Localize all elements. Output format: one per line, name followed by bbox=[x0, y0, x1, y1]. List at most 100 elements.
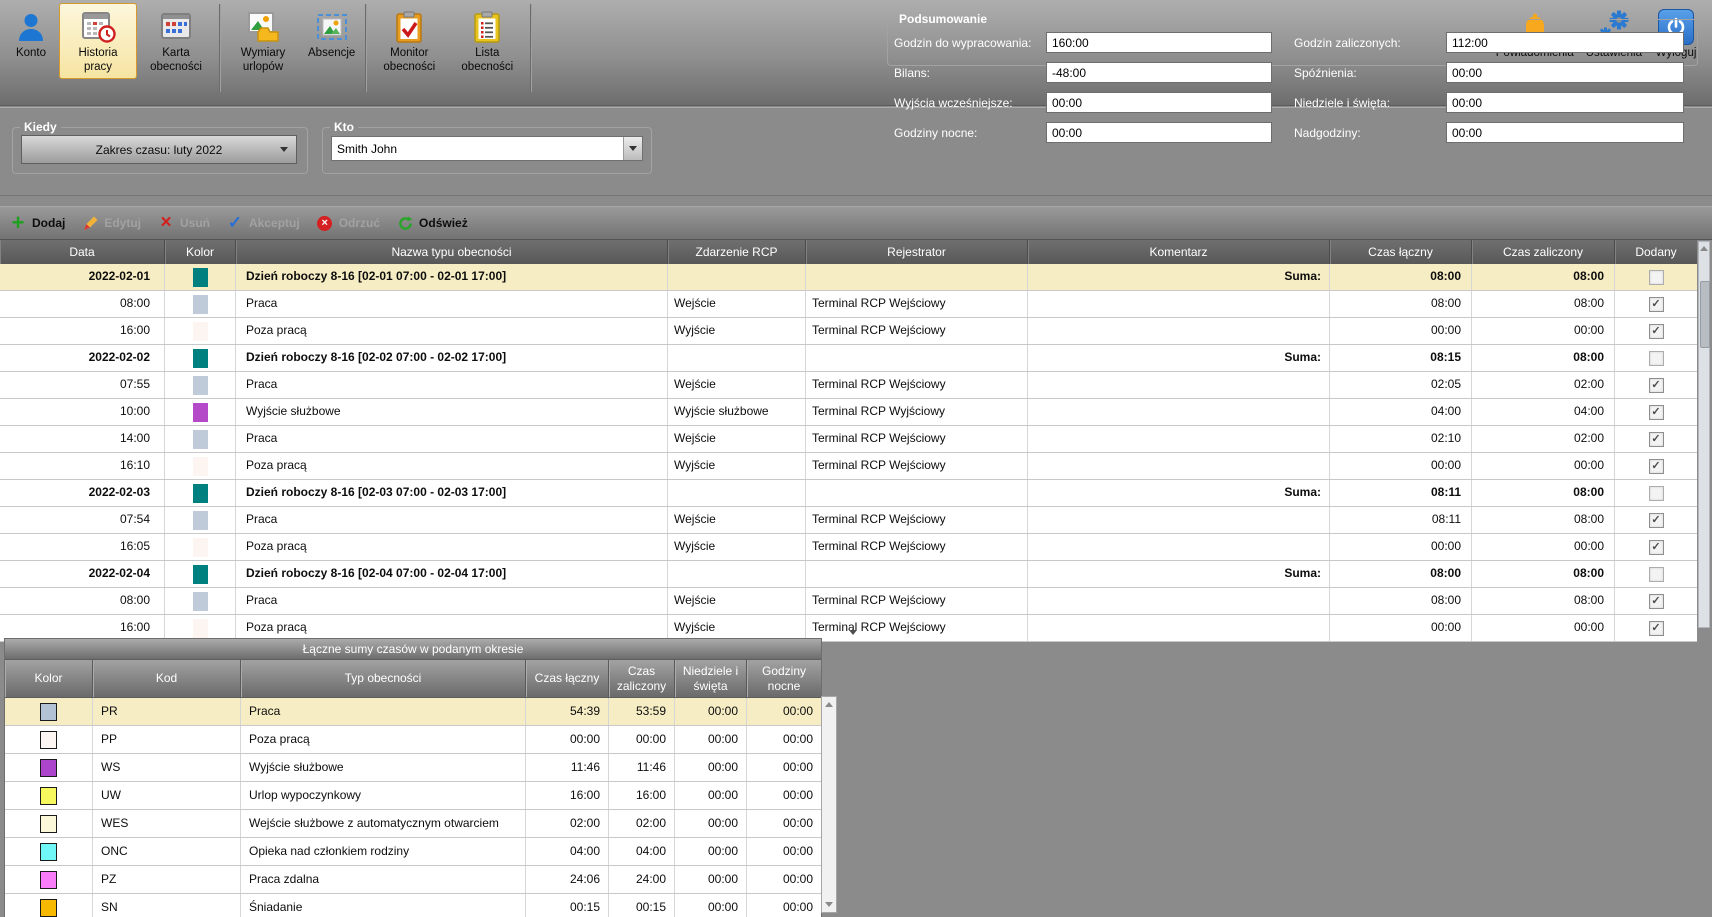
grid-scrollbar[interactable] bbox=[1698, 241, 1710, 628]
grid-row[interactable]: 2022-02-01 Dzień roboczy 8-16 [02-01 07:… bbox=[0, 264, 1697, 291]
cell-type: Wejście służbowe z automatycznym otwarci… bbox=[241, 810, 526, 837]
splitter-arrow-icon[interactable] bbox=[849, 630, 857, 635]
cell-registrar: Terminal RCP Wejściowy bbox=[806, 318, 1028, 344]
cell-registrar bbox=[806, 345, 1028, 371]
ribbon-item-monitor-obecnosci[interactable]: Monitor obecności bbox=[370, 3, 448, 79]
night-hours-field[interactable] bbox=[1046, 122, 1272, 143]
added-checkbox[interactable]: ✓ bbox=[1649, 459, 1664, 474]
reject-button[interactable]: × Odrzuć bbox=[317, 216, 380, 231]
cell-comment bbox=[1028, 318, 1330, 344]
delete-button[interactable]: × Usuń bbox=[158, 216, 210, 230]
button-label: Dodaj bbox=[32, 216, 65, 230]
grid-row[interactable]: 2022-02-04 Dzień roboczy 8-16 [02-04 07:… bbox=[0, 561, 1697, 588]
column-header-czas-laczny[interactable]: Czas łączny bbox=[526, 660, 609, 697]
grid-row[interactable]: 2022-02-03 Dzień roboczy 8-16 [02-03 07:… bbox=[0, 480, 1697, 507]
ribbon-item-lista-obecnosci[interactable]: Lista obecności bbox=[448, 3, 526, 79]
totals-row[interactable]: UW Urlop wypoczynkowy 16:00 16:00 00:00 … bbox=[5, 782, 821, 810]
totals-row[interactable]: PZ Praca zdalna 24:06 24:00 00:00 00:00 bbox=[5, 866, 821, 894]
totals-row[interactable]: SN Śniadanie 00:15 00:15 00:00 00:00 bbox=[5, 894, 821, 917]
added-checkbox[interactable]: ✓ bbox=[1649, 432, 1664, 447]
refresh-button[interactable]: Odśwież bbox=[397, 216, 468, 231]
column-header-kolor[interactable]: Kolor bbox=[165, 240, 236, 264]
added-checkbox[interactable] bbox=[1649, 486, 1664, 501]
totals-row[interactable]: PP Poza pracą 00:00 00:00 00:00 00:00 bbox=[5, 726, 821, 754]
added-checkbox[interactable] bbox=[1649, 270, 1664, 285]
column-header-nazwa[interactable]: Nazwa typu obecności bbox=[236, 240, 668, 264]
added-checkbox[interactable]: ✓ bbox=[1649, 594, 1664, 609]
cell-sundays-holidays: 00:00 bbox=[675, 810, 747, 837]
cell-added: ✓ bbox=[1615, 372, 1697, 398]
cell-total-time: 02:00 bbox=[526, 810, 609, 837]
ribbon-item-absencje[interactable]: Absencje bbox=[302, 3, 361, 64]
cell-comment bbox=[1028, 372, 1330, 398]
added-checkbox[interactable] bbox=[1649, 351, 1664, 366]
ribbon-item-karta-obecnosci[interactable]: Karta obecności bbox=[137, 3, 215, 79]
add-button[interactable]: + Dodaj bbox=[10, 216, 65, 230]
totals-row[interactable]: PR Praca 54:39 53:59 00:00 00:00 bbox=[5, 698, 821, 726]
scroll-up-icon[interactable] bbox=[1700, 246, 1708, 251]
grid-row[interactable]: 08:00 Praca Wejście Terminal RCP Wejścio… bbox=[0, 291, 1697, 318]
cell-rcp-event bbox=[668, 345, 806, 371]
x-icon: × bbox=[158, 216, 174, 230]
column-header-typ[interactable]: Typ obecności bbox=[241, 660, 526, 697]
added-checkbox[interactable]: ✓ bbox=[1649, 324, 1664, 339]
ribbon-item-wymiary-urlopow[interactable]: Wymiary urlopów bbox=[224, 3, 302, 79]
sundays-holidays-field[interactable] bbox=[1446, 92, 1684, 113]
totals-scrollbar[interactable] bbox=[821, 696, 837, 913]
balance-field[interactable] bbox=[1046, 62, 1272, 83]
time-range-dropdown[interactable]: Zakres czasu: luty 2022 bbox=[21, 135, 297, 164]
added-checkbox[interactable]: ✓ bbox=[1649, 621, 1664, 636]
scrollbar-thumb[interactable] bbox=[1700, 281, 1710, 348]
cell-rcp-event: Wyjście bbox=[668, 534, 806, 560]
employee-combobox[interactable]: Smith John bbox=[331, 136, 643, 161]
column-header-rejestrator[interactable]: Rejestrator bbox=[806, 240, 1028, 264]
grid-row[interactable]: 07:55 Praca Wejście Terminal RCP Wejścio… bbox=[0, 372, 1697, 399]
overtime-field[interactable] bbox=[1446, 122, 1684, 143]
grid-row[interactable]: 08:00 Praca Wejście Terminal RCP Wejścio… bbox=[0, 588, 1697, 615]
edit-button[interactable]: Edytuj bbox=[82, 216, 141, 231]
added-checkbox[interactable]: ✓ bbox=[1649, 540, 1664, 555]
hours-counted-field[interactable] bbox=[1446, 32, 1684, 53]
ribbon-item-konto[interactable]: Konto bbox=[3, 3, 59, 64]
added-checkbox[interactable]: ✓ bbox=[1649, 297, 1664, 312]
column-header-dodany[interactable]: Dodany bbox=[1615, 240, 1697, 264]
cell-registrar: Terminal RCP Wejściowy bbox=[806, 615, 1028, 641]
scroll-up-icon[interactable] bbox=[825, 702, 833, 707]
column-header-czas-zaliczony[interactable]: Czas zaliczony bbox=[1472, 240, 1615, 264]
cell-registrar: Terminal RCP Wejściowy bbox=[806, 507, 1028, 533]
column-header-kolor[interactable]: Kolor bbox=[5, 660, 93, 697]
totals-row[interactable]: ONC Opieka nad członkiem rodziny 04:00 0… bbox=[5, 838, 821, 866]
column-header-niedziele[interactable]: Niedziele i święta bbox=[675, 660, 747, 697]
combobox-dropdown-button[interactable] bbox=[623, 137, 642, 160]
grid-row[interactable]: 07:54 Praca Wejście Terminal RCP Wejścio… bbox=[0, 507, 1697, 534]
totals-row[interactable]: WES Wejście służbowe z automatycznym otw… bbox=[5, 810, 821, 838]
cell-code: WS bbox=[93, 754, 241, 781]
grid-row[interactable]: 16:05 Poza pracą Wyjście Terminal RCP We… bbox=[0, 534, 1697, 561]
column-header-zdarzenie[interactable]: Zdarzenie RCP bbox=[668, 240, 806, 264]
grid-row[interactable]: 16:00 Poza pracą Wyjście Terminal RCP We… bbox=[0, 318, 1697, 345]
cell-type-name: Dzień roboczy 8-16 [02-03 07:00 - 02-03 … bbox=[236, 480, 668, 506]
column-header-data[interactable]: Data bbox=[0, 240, 165, 264]
grid-row[interactable]: 2022-02-02 Dzień roboczy 8-16 [02-02 07:… bbox=[0, 345, 1697, 372]
added-checkbox[interactable]: ✓ bbox=[1649, 405, 1664, 420]
added-checkbox[interactable]: ✓ bbox=[1649, 378, 1664, 393]
cell-total-time: 24:06 bbox=[526, 866, 609, 893]
grid-row[interactable]: 14:00 Praca Wejście Terminal RCP Wejścio… bbox=[0, 426, 1697, 453]
ribbon-item-historia-pracy[interactable]: Historia pracy bbox=[59, 3, 137, 79]
accept-button[interactable]: ✓ Akceptuj bbox=[227, 216, 300, 230]
column-header-czas-laczny[interactable]: Czas łączny bbox=[1330, 240, 1472, 264]
column-header-godziny-nocne[interactable]: Godziny nocne bbox=[747, 660, 821, 697]
column-header-komentarz[interactable]: Komentarz bbox=[1028, 240, 1330, 264]
cell-total-time: 00:15 bbox=[526, 894, 609, 917]
grid-row[interactable]: 16:10 Poza pracą Wyjście Terminal RCP We… bbox=[0, 453, 1697, 480]
added-checkbox[interactable] bbox=[1649, 567, 1664, 582]
column-header-kod[interactable]: Kod bbox=[93, 660, 241, 697]
column-header-czas-zaliczony[interactable]: Czas zaliczony bbox=[609, 660, 675, 697]
early-exits-field[interactable] bbox=[1046, 92, 1272, 113]
added-checkbox[interactable]: ✓ bbox=[1649, 513, 1664, 528]
late-arrivals-field[interactable] bbox=[1446, 62, 1684, 83]
grid-row[interactable]: 10:00 Wyjście służbowe Wyjście służbowe … bbox=[0, 399, 1697, 426]
scroll-down-icon[interactable] bbox=[825, 902, 833, 907]
totals-row[interactable]: WS Wyjście służbowe 11:46 11:46 00:00 00… bbox=[5, 754, 821, 782]
hours-to-work-field[interactable] bbox=[1046, 32, 1272, 53]
